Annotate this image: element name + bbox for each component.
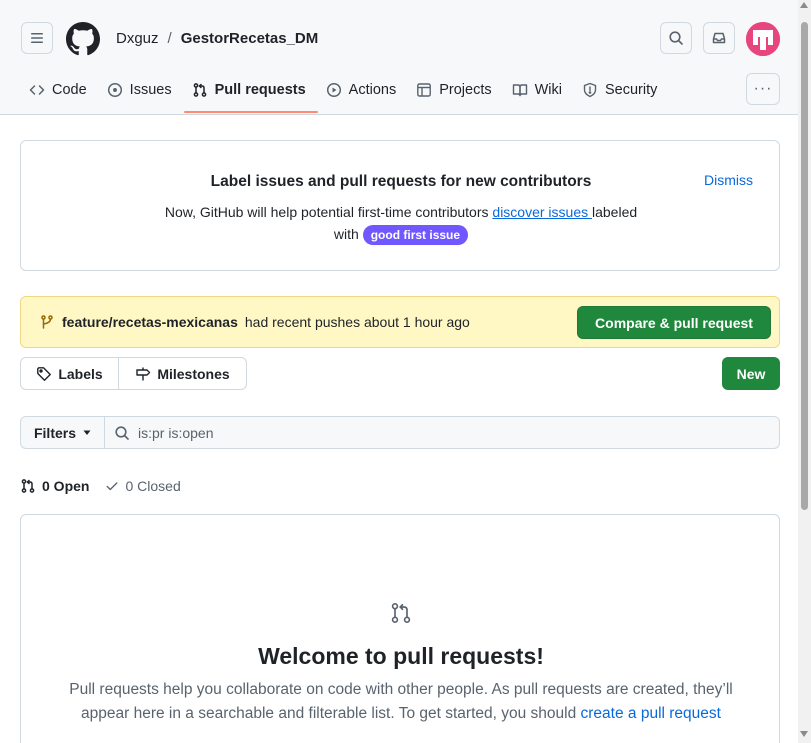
- banner-text: Now, GitHub will help potential first-ti…: [21, 201, 781, 245]
- breadcrumb: Dxguz / GestorRecetas_DM: [116, 30, 318, 47]
- open-count: 0 Open: [42, 478, 90, 494]
- filters-dropdown[interactable]: Filters: [21, 417, 105, 448]
- banner-with: with: [333, 226, 359, 242]
- contributor-banner: Label issues and pull requests for new c…: [20, 140, 780, 271]
- closed-filter[interactable]: 0 Closed: [105, 478, 181, 494]
- tab-pull-requests[interactable]: Pull requests: [183, 72, 318, 113]
- tab-label: Security: [605, 82, 658, 98]
- recent-push-notice: feature/recetas-mexicanas had recent pus…: [20, 296, 780, 348]
- tab-wiki[interactable]: Wiki: [504, 72, 574, 108]
- closed-count: 0 Closed: [125, 478, 181, 494]
- menu-button[interactable]: [21, 22, 53, 54]
- banner-text-before: Now, GitHub will help potential first-ti…: [164, 204, 493, 220]
- owner-link[interactable]: Dxguz: [116, 30, 159, 47]
- milestone-icon: [136, 367, 151, 380]
- repo-header: Dxguz / GestorRecetas_DM Code Issues Pul…: [0, 0, 798, 115]
- inbox-button[interactable]: [703, 22, 735, 54]
- tab-label: Actions: [348, 82, 397, 98]
- milestones-label: Milestones: [157, 365, 230, 382]
- check-icon: [106, 482, 118, 491]
- table-icon: [417, 83, 432, 97]
- shield-icon: [583, 82, 597, 98]
- labels-label: Labels: [58, 365, 103, 382]
- breadcrumb-separator: /: [167, 30, 172, 47]
- code-icon: [29, 85, 45, 95]
- discover-issues-link[interactable]: discover issues: [492, 204, 592, 220]
- search-icon: [115, 425, 129, 440]
- tab-label: Issues: [129, 82, 172, 98]
- labels-button[interactable]: Labels: [21, 358, 119, 389]
- tab-label: Wiki: [534, 82, 562, 98]
- git-pull-request-icon: [21, 479, 35, 493]
- compare-pull-request-button[interactable]: Compare & pull request: [577, 306, 771, 339]
- identicon-icon: [746, 22, 780, 56]
- search-icon: [669, 31, 683, 45]
- banner-title: Label issues and pull requests for new c…: [210, 173, 592, 190]
- milestones-button[interactable]: Milestones: [119, 358, 246, 389]
- git-branch-icon: [41, 315, 53, 329]
- issue-opened-icon: [107, 82, 122, 98]
- blankslate: Welcome to pull requests! Pull requests …: [20, 514, 780, 743]
- user-avatar[interactable]: [746, 22, 780, 56]
- push-message: feature/recetas-mexicanas had recent pus…: [39, 314, 470, 330]
- tab-label: Pull requests: [214, 82, 306, 98]
- scroll-down-icon[interactable]: [800, 731, 808, 737]
- search-wrap: [105, 417, 779, 448]
- scroll-up-icon[interactable]: [800, 2, 808, 8]
- create-pull-request-link[interactable]: create a pull request: [581, 705, 721, 722]
- search-button[interactable]: [660, 22, 692, 54]
- repo-nav-tabs: Code Issues Pull requests Actions Projec…: [21, 72, 669, 114]
- tab-code[interactable]: Code: [21, 72, 99, 108]
- git-pull-request-icon: [193, 83, 206, 97]
- open-filter[interactable]: 0 Open: [20, 478, 89, 494]
- banner-text-after: labeled: [592, 204, 638, 220]
- dismiss-button[interactable]: Dismiss: [704, 172, 753, 188]
- tag-icon: [37, 366, 52, 381]
- git-pull-request-icon: [391, 603, 411, 623]
- inbox-icon: [712, 32, 726, 44]
- repo-link[interactable]: GestorRecetas_DM: [181, 30, 319, 47]
- more-tabs-button[interactable]: ···: [746, 73, 780, 105]
- blankslate-text: Pull requests help you collaborate on co…: [61, 678, 741, 726]
- tab-actions[interactable]: Actions: [318, 72, 409, 108]
- blankslate-title: Welcome to pull requests!: [258, 643, 544, 669]
- new-pull-request-button[interactable]: New: [722, 357, 780, 390]
- github-logo-icon[interactable]: [66, 22, 100, 56]
- tab-label: Projects: [439, 82, 492, 98]
- page-scrollbar[interactable]: [798, 0, 811, 743]
- tab-label: Code: [52, 82, 87, 98]
- pr-state-toggle: 0 Open 0 Closed: [20, 478, 181, 494]
- tab-projects[interactable]: Projects: [408, 72, 503, 108]
- push-time: had recent pushes about 1 hour ago: [244, 314, 470, 330]
- branch-name[interactable]: feature/recetas-mexicanas: [62, 314, 238, 330]
- play-icon: [326, 82, 341, 98]
- tab-security[interactable]: Security: [574, 72, 669, 108]
- book-icon: [512, 84, 527, 97]
- filters-label: Filters: [33, 424, 76, 441]
- good-first-issue-label[interactable]: good first issue: [362, 225, 469, 245]
- tab-issues[interactable]: Issues: [99, 72, 184, 108]
- scroll-thumb[interactable]: [801, 22, 808, 510]
- filter-bar: Filters: [20, 416, 780, 449]
- hamburger-icon: [31, 33, 43, 43]
- labels-milestones-group: Labels Milestones: [20, 357, 247, 390]
- search-input[interactable]: [138, 424, 638, 441]
- triangle-down-icon: [83, 430, 91, 435]
